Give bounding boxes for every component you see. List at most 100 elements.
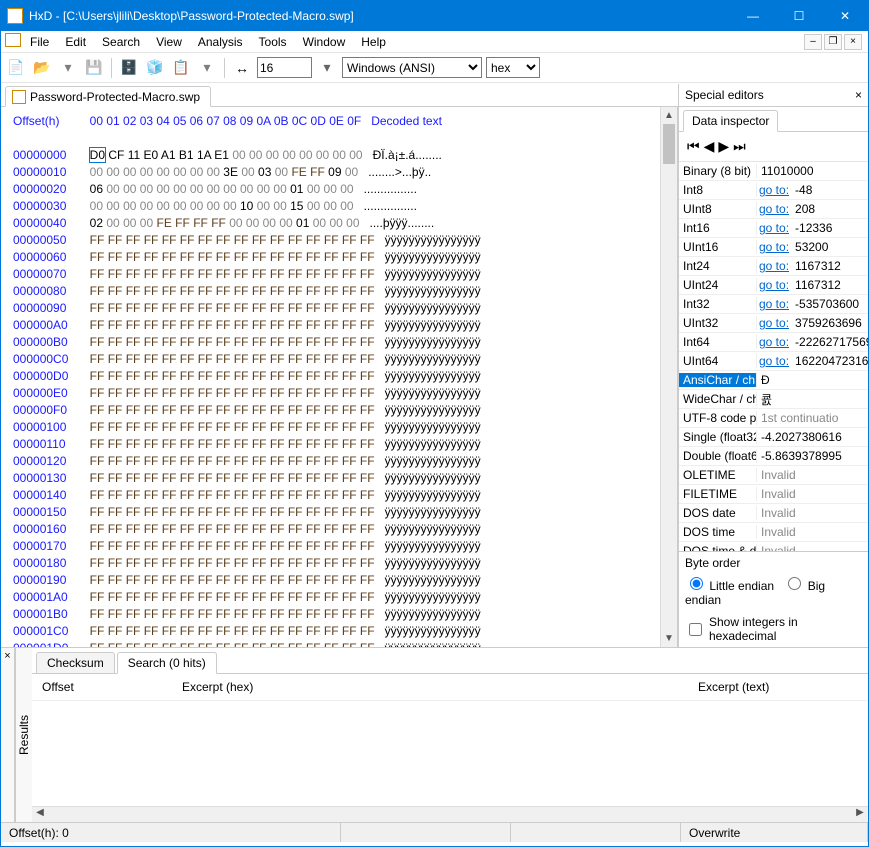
scroll-up-icon[interactable]: ▲: [661, 107, 677, 124]
document-tab[interactable]: Password-Protected-Macro.swp: [5, 86, 211, 107]
inspector-row[interactable]: Int24go to:1167312: [679, 257, 868, 276]
inspector-key: Int24: [679, 259, 757, 273]
inspector-row[interactable]: UTF-8 code po1st continuatio: [679, 409, 868, 428]
results-horizontal-scrollbar[interactable]: ◀ ▶: [32, 806, 868, 822]
radio-little-endian[interactable]: Little endian: [685, 579, 774, 593]
inspector-key: UInt24: [679, 278, 757, 292]
goto-link[interactable]: go to:: [757, 297, 791, 311]
mdi-restore-button[interactable]: ❐: [824, 34, 842, 50]
goto-link[interactable]: go to:: [757, 316, 791, 330]
inspector-row[interactable]: Single (float32-4.2027380616: [679, 428, 868, 447]
goto-link[interactable]: go to:: [757, 278, 791, 292]
inspector-value: Invalid: [757, 468, 868, 482]
inspector-value: -12336: [791, 221, 868, 235]
inspector-row[interactable]: Int32go to:-535703600: [679, 295, 868, 314]
inspector-row[interactable]: OLETIMEInvalid: [679, 466, 868, 485]
document-tabs: Password-Protected-Macro.swp Special edi…: [1, 83, 868, 107]
encoding-select[interactable]: Windows (ANSI): [342, 57, 482, 78]
inspector-key: Int16: [679, 221, 757, 235]
menu-view[interactable]: View: [149, 33, 189, 51]
minimize-button[interactable]: —: [730, 1, 776, 31]
save-icon[interactable]: 💾: [83, 57, 105, 79]
inspector-row[interactable]: UInt32go to:3759263696: [679, 314, 868, 333]
goto-link[interactable]: go to:: [757, 202, 791, 216]
menu-edit[interactable]: Edit: [58, 33, 93, 51]
menu-file[interactable]: File: [23, 33, 56, 51]
col-excerpt-text: Excerpt (text): [698, 680, 858, 694]
new-file-icon[interactable]: 📄: [5, 57, 27, 79]
inspector-row[interactable]: UInt8go to:208: [679, 200, 868, 219]
menu-help[interactable]: Help: [354, 33, 393, 51]
goto-link[interactable]: go to:: [757, 259, 791, 273]
inspector-key: DOS time & d: [679, 544, 757, 551]
goto-link[interactable]: go to:: [757, 335, 791, 349]
checkbox-hex-integers[interactable]: [689, 623, 702, 636]
first-byte-icon[interactable]: ⏮: [687, 138, 700, 155]
inspector-row[interactable]: Binary (8 bit)11010000: [679, 162, 868, 181]
inspector-value: -4.2027380616: [757, 430, 868, 444]
inspector-row[interactable]: Int64go to:-22262717569: [679, 333, 868, 352]
prev-byte-icon[interactable]: ◀: [704, 138, 715, 155]
byte-order-group: Byte order Little endian Big endian: [679, 551, 868, 611]
inspector-row[interactable]: AnsiChar / chÐ: [679, 371, 868, 390]
maximize-button[interactable]: ☐: [776, 1, 822, 31]
status-empty2: [511, 823, 681, 842]
inspector-key: Int64: [679, 335, 757, 349]
inspector-value: -48: [791, 183, 868, 197]
last-byte-icon[interactable]: ⏭: [733, 138, 746, 155]
inspector-row[interactable]: UInt16go to:53200: [679, 238, 868, 257]
hex-editor[interactable]: Offset(h) 00 01 02 03 04 05 06 07 08 09 …: [1, 107, 678, 647]
special-editors-close-icon[interactable]: ×: [855, 88, 862, 102]
next-byte-icon[interactable]: ▶: [718, 138, 729, 155]
menu-tools[interactable]: Tools: [252, 33, 294, 51]
tab-search[interactable]: Search (0 hits): [117, 652, 217, 674]
open-file-icon[interactable]: 📂: [31, 57, 53, 79]
width-stepper-icon[interactable]: ▾: [316, 57, 338, 79]
inspector-row[interactable]: Int16go to:-12336: [679, 219, 868, 238]
goto-link[interactable]: go to:: [757, 183, 791, 197]
open-ram-icon[interactable]: 🧊: [144, 57, 166, 79]
mdi-minimize-button[interactable]: –: [804, 34, 822, 50]
menu-app-icon[interactable]: [5, 33, 21, 47]
inspector-row[interactable]: Int8go to:-48: [679, 181, 868, 200]
inspector-value: Invalid: [757, 506, 868, 520]
close-button[interactable]: ✕: [822, 1, 868, 31]
status-offset: Offset(h): 0: [1, 823, 341, 842]
scroll-left-icon[interactable]: ◀: [32, 807, 48, 822]
hex-vertical-scrollbar[interactable]: ▲ ▼: [660, 107, 677, 647]
inspector-key: AnsiChar / ch: [679, 373, 757, 387]
dropdown-icon[interactable]: ▾: [57, 57, 79, 79]
open-disk-icon[interactable]: 🗄️: [118, 57, 140, 79]
inspector-row[interactable]: UInt64go to:162204723167: [679, 352, 868, 371]
goto-link[interactable]: go to:: [757, 221, 791, 235]
inspector-row[interactable]: WideChar / ch쿐: [679, 390, 868, 409]
scroll-right-icon[interactable]: ▶: [852, 807, 868, 822]
mdi-close-button[interactable]: ×: [844, 34, 862, 50]
inspector-row[interactable]: UInt24go to:1167312: [679, 276, 868, 295]
document-tab-label: Password-Protected-Macro.swp: [30, 90, 200, 104]
scroll-down-icon[interactable]: ▼: [661, 630, 677, 647]
results-list[interactable]: [32, 701, 868, 806]
inspector-row[interactable]: DOS time & dInvalid: [679, 542, 868, 551]
inspector-value: 3759263696: [791, 316, 868, 330]
menu-analysis[interactable]: Analysis: [191, 33, 250, 51]
representation-select[interactable]: hex: [486, 57, 540, 78]
inspector-row[interactable]: FILETIMEInvalid: [679, 485, 868, 504]
open-process-icon[interactable]: 📋: [170, 57, 192, 79]
results-close-icon[interactable]: ×: [1, 648, 15, 822]
tab-checksum[interactable]: Checksum: [36, 652, 115, 674]
inspector-key: UInt16: [679, 240, 757, 254]
goto-link[interactable]: go to:: [757, 354, 791, 368]
byte-width-input[interactable]: [257, 57, 312, 78]
scroll-thumb[interactable]: [663, 124, 675, 164]
inspector-row[interactable]: DOS timeInvalid: [679, 523, 868, 542]
inspector-row[interactable]: DOS dateInvalid: [679, 504, 868, 523]
tab-data-inspector[interactable]: Data inspector: [683, 110, 778, 132]
menu-bar: File Edit Search View Analysis Tools Win…: [1, 31, 868, 53]
dropdown2-icon[interactable]: ▾: [196, 57, 218, 79]
menu-window[interactable]: Window: [296, 33, 353, 51]
menu-search[interactable]: Search: [95, 33, 147, 51]
inspector-row[interactable]: Double (float6-5.8639378995: [679, 447, 868, 466]
goto-link[interactable]: go to:: [757, 240, 791, 254]
inspector-value: 162204723167: [791, 354, 868, 368]
